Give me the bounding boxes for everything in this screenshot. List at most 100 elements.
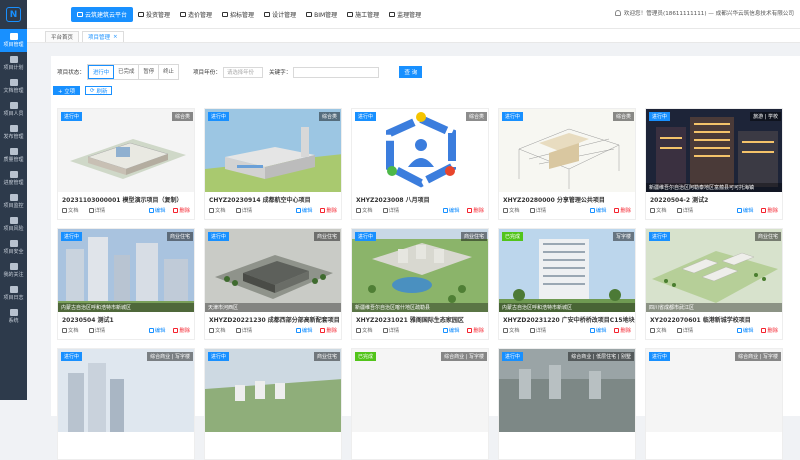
detail-link[interactable]: 详情 — [88, 206, 105, 214]
project-card[interactable]: 进行中 综合类 XHYZ20280000 分享管理公共项目 文档 详情 编辑 删除 — [498, 108, 636, 220]
detail-link[interactable]: 详情 — [235, 206, 252, 214]
delete-link[interactable]: 删除 — [467, 326, 484, 334]
user-text[interactable]: 欢迎您！管理员(18611111111) — 成都兴华云筑信息技术有限公司 — [624, 9, 794, 17]
edit-link[interactable]: 编辑 — [589, 326, 606, 334]
sidebar-item[interactable]: 项目管理 — [0, 29, 27, 52]
project-thumbnail[interactable]: 进行中 综合商业 | 写字楼 — [58, 349, 194, 432]
detail-link[interactable]: 详情 — [382, 326, 399, 334]
sidebar-item[interactable]: 项目风险 — [0, 213, 27, 236]
delete-link[interactable]: 删除 — [320, 326, 337, 334]
keyword-input[interactable] — [293, 66, 380, 78]
project-card[interactable]: 进行中 综合商业 | 写字楼 — [57, 348, 195, 460]
menu-item[interactable]: 造价管理 — [175, 7, 217, 22]
project-title[interactable]: XHYZ20280000 分享管理公共项目 — [499, 192, 635, 204]
project-thumbnail[interactable]: 进行中 综合商业 | 写字楼 — [646, 349, 782, 432]
delete-link[interactable]: 删除 — [467, 206, 484, 214]
project-card[interactable]: 进行中 综合类 20231103000001 模型演示项目（复制） 文档 详情 编辑 删除 — [57, 108, 195, 220]
status-option[interactable]: 已完成 — [114, 65, 140, 79]
project-card[interactable]: 已完成 综合商业 | 写字楼 — [351, 348, 489, 460]
project-title[interactable]: XHYZD20231220 广安中桥桥改项目C15地块、D16地块及D17地块建… — [499, 312, 635, 324]
edit-link[interactable]: 编辑 — [295, 206, 312, 214]
detail-link[interactable]: 详情 — [88, 326, 105, 334]
project-title[interactable]: XY2022070601 临港新城学校项目 — [646, 312, 782, 324]
project-card[interactable]: 进行中 综合类 XHYZ2023008 八月项目 文档 详情 编辑 删除 — [351, 108, 489, 220]
project-thumbnail[interactable]: 进行中 综合类 — [205, 109, 341, 192]
project-title[interactable]: 20220504-2 测试2 — [646, 192, 782, 204]
project-title[interactable]: XHYZD20221230 成都西部分部高新配套项目 — [205, 312, 341, 324]
delete-link[interactable]: 删除 — [320, 206, 337, 214]
sidebar-item[interactable]: 项目人员 — [0, 98, 27, 121]
project-thumbnail[interactable]: 进行中 商业住宅 新疆维吾尔自治区喀什地区疏勒县 — [352, 229, 488, 312]
detail-link[interactable]: 详情 — [676, 206, 693, 214]
project-title[interactable]: CHYZ20230914 成都航空中心项目 — [205, 192, 341, 204]
edit-link[interactable]: 编辑 — [736, 206, 753, 214]
project-thumbnail[interactable]: 进行中 旅游 | 学校 新疆维吾尔自治区阿勒泰地区富蕴县可可托海镇 — [646, 109, 782, 192]
edit-link[interactable]: 编辑 — [589, 206, 606, 214]
edit-link[interactable]: 编辑 — [295, 326, 312, 334]
sidebar-item[interactable]: 文档管理 — [0, 75, 27, 98]
project-card[interactable]: 进行中 商业住宅 天津市河西区 XHYZD20221230 成都西部分部高新配套项目文… — [204, 228, 342, 340]
document-link[interactable]: 文档 — [62, 206, 79, 214]
sidebar-item[interactable]: 发布管理 — [0, 121, 27, 144]
project-title[interactable]: XHYZ20231021 雅阁国际生态家园区 — [352, 312, 488, 324]
project-title[interactable]: 20230504 测试1 — [58, 312, 194, 324]
app-logo[interactable]: N — [0, 0, 27, 29]
detail-link[interactable]: 详情 — [235, 326, 252, 334]
detail-link[interactable]: 详情 — [382, 206, 399, 214]
project-card[interactable]: 进行中 商业住宅 新疆维吾尔自治区喀什地区疏勒县 XHYZ20231021 雅阁国际生… — [351, 228, 489, 340]
project-card[interactable]: 进行中 综合商业 | 写字楼 — [645, 348, 783, 460]
document-link[interactable]: 文档 — [62, 326, 79, 334]
delete-link[interactable]: 删除 — [614, 326, 631, 334]
menu-item[interactable]: 施工管理 — [342, 7, 384, 22]
project-thumbnail[interactable]: 进行中 综合类 — [58, 109, 194, 192]
project-thumbnail[interactable]: 进行中 商业住宅 四川省成都市武江区 — [646, 229, 782, 312]
close-icon[interactable]: × — [113, 34, 118, 40]
sidebar-item[interactable]: 项目日志 — [0, 282, 27, 305]
document-link[interactable]: 文档 — [503, 206, 520, 214]
document-link[interactable]: 文档 — [356, 206, 373, 214]
status-option[interactable]: 暂停 — [139, 65, 160, 79]
delete-link[interactable]: 删除 — [761, 206, 778, 214]
refresh-button[interactable]: ⟳ 刷新 — [85, 86, 113, 95]
project-card[interactable]: 进行中 旅游 | 学校 新疆维吾尔自治区阿勒泰地区富蕴县可可托海镇 20220504-… — [645, 108, 783, 220]
project-thumbnail[interactable]: 已完成 写字楼 内蒙古自治区呼和浩特市新城区 — [499, 229, 635, 312]
project-title[interactable]: 20231103000001 模型演示项目（复制） — [58, 192, 194, 204]
menu-item[interactable]: 监理管理 — [384, 7, 426, 22]
menu-item[interactable]: 云筑建筑云平台 — [71, 6, 134, 22]
page-tab[interactable]: 项目管理 × — [82, 31, 124, 42]
sidebar-item[interactable]: 系统 — [0, 305, 27, 328]
project-thumbnail[interactable]: 进行中 综合类 — [352, 109, 488, 192]
project-card[interactable]: 进行中 商业住宅 四川省成都市武江区 XY2022070601 临港新城学校项目 文档 详… — [645, 228, 783, 340]
edit-link[interactable]: 编辑 — [442, 206, 459, 214]
edit-link[interactable]: 编辑 — [148, 326, 165, 334]
status-option[interactable]: 终止 — [159, 65, 178, 79]
sidebar-item[interactable]: 项目安全 — [0, 236, 27, 259]
edit-link[interactable]: 编辑 — [442, 326, 459, 334]
project-card[interactable]: 进行中 综合类 CHYZ20230914 成都航空中心项目文档 详情 编辑 删除 — [204, 108, 342, 220]
document-link[interactable]: 文档 — [503, 326, 520, 334]
project-card[interactable]: 已完成 写字楼 内蒙古自治区呼和浩特市新城区 XHYZD20231220 广安中桥桥改… — [498, 228, 636, 340]
menu-item[interactable]: BIM管理 — [301, 7, 342, 22]
delete-link[interactable]: 删除 — [173, 206, 190, 214]
project-thumbnail[interactable]: 进行中 商业住宅 内蒙古自治区呼和浩特市新城区 — [58, 229, 194, 312]
project-thumbnail[interactable]: 已完成 综合商业 | 写字楼 — [352, 349, 488, 432]
project-card[interactable]: 进行中 综合商业 | 低层住宅 | 别墅 — [498, 348, 636, 460]
menu-item[interactable]: 招标管理 — [217, 7, 259, 22]
document-link[interactable]: 文档 — [356, 326, 373, 334]
edit-link[interactable]: 编辑 — [148, 206, 165, 214]
document-link[interactable]: 文档 — [209, 206, 226, 214]
project-thumbnail[interactable]: 进行中 综合类 — [499, 109, 635, 192]
sidebar-item[interactable]: 项目计划 — [0, 52, 27, 75]
bell-icon[interactable] — [614, 10, 621, 16]
menu-item[interactable]: 设计管理 — [259, 7, 301, 22]
project-thumbnail[interactable]: 进行中 商业住宅 天津市河西区 — [205, 229, 341, 312]
project-card[interactable]: 进行中 商业住宅 内蒙古自治区呼和浩特市新城区 20230504 测试1 文档 详情 编辑 删… — [57, 228, 195, 340]
menu-item[interactable]: 投资管理 — [133, 7, 175, 22]
document-link[interactable]: 文档 — [650, 206, 667, 214]
page-tab[interactable]: 平台首页 — [45, 31, 80, 42]
sidebar-item[interactable]: 质量管理 — [0, 144, 27, 167]
document-link[interactable]: 文档 — [650, 326, 667, 334]
detail-link[interactable]: 详情 — [529, 206, 546, 214]
project-thumbnail[interactable]: 进行中 综合商业 | 低层住宅 | 别墅 — [499, 349, 635, 432]
detail-link[interactable]: 详情 — [529, 326, 546, 334]
